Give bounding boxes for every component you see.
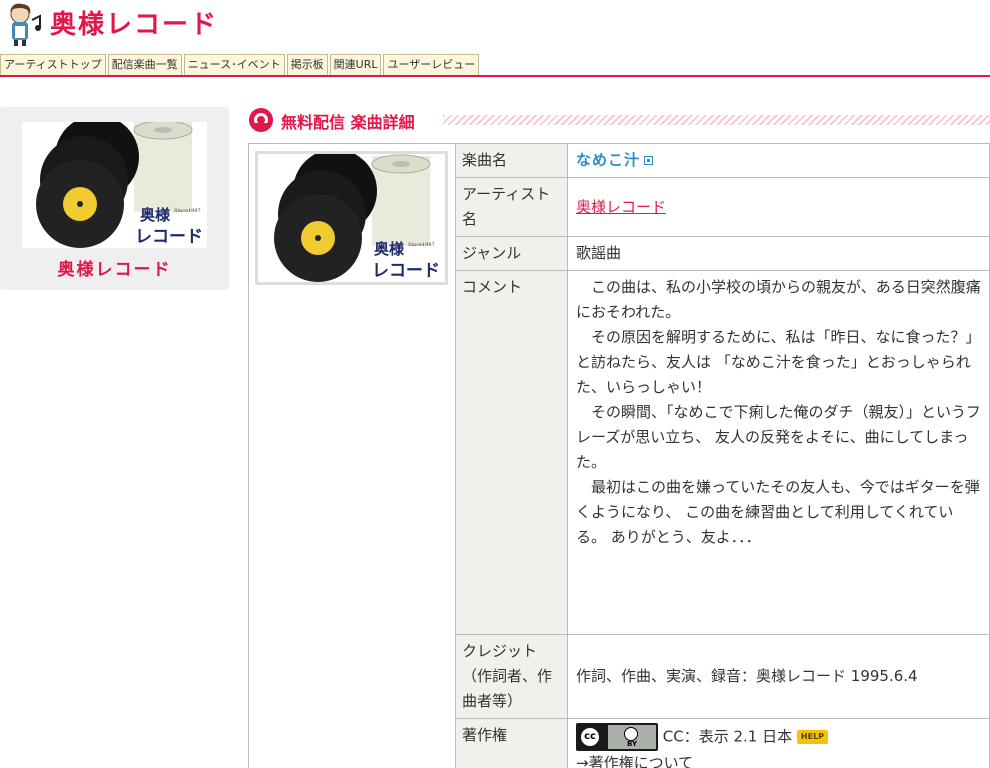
copyright-info-link[interactable]: →著作権について [576, 754, 693, 768]
tab-song-list[interactable]: 配信楽曲一覧 [107, 54, 182, 76]
svg-text:奥様: 奥様 [140, 206, 171, 224]
site-title[interactable]: 奥様レコード [50, 4, 218, 41]
artist-nav-tabs: アーティストトップ 配信楽曲一覧 ニュース･イベント 掲示板 関連URL ユーザ… [0, 54, 481, 76]
sidebar-artist-name[interactable]: 奥様レコード [0, 255, 229, 280]
song-title-link[interactable]: なめこ汁 [576, 151, 640, 169]
tab-artist-top[interactable]: アーティストトップ [0, 54, 106, 76]
song-info-table: 楽曲名 なめこ汁 アーティスト名 奥様レコード ジャンル 歌謡曲 コメント この… [455, 143, 990, 768]
table-row: 楽曲名 なめこ汁 [455, 143, 990, 178]
tab-bbs[interactable]: 掲示板 [286, 54, 328, 76]
credit-label: クレジット（作詞者、作曲者等） [455, 634, 568, 719]
artist-name-label: アーティスト名 [455, 177, 568, 237]
svg-text:レコード: レコード [372, 261, 440, 281]
comment-paragraph: 最初はこの曲を嫌っていたその友人も、今ではギターを弾くようになり、 この曲を練習… [576, 478, 980, 546]
copyright-label: 著作権 [455, 718, 568, 768]
genre-label: ジャンル [455, 236, 568, 271]
svg-text:Since1997: Since1997 [408, 242, 435, 248]
artist-image[interactable]: 奥様 レコード Since1997 [22, 115, 207, 248]
section-heading: 無料配信 楽曲詳細 [248, 107, 990, 133]
site-header: 奥様レコード [0, 0, 990, 50]
help-badge-icon[interactable]: HELP [796, 730, 829, 744]
svg-text:レコード: レコード [135, 227, 203, 247]
record-artwork-icon: 奥様 レコード Since1997 [36, 115, 203, 248]
section-stripe-divider [443, 115, 990, 125]
song-title-label: 楽曲名 [455, 143, 568, 178]
table-row: クレジット（作詞者、作曲者等） 作詞、作曲、実演、録音：奥様レコード 1995.… [455, 634, 990, 719]
nav-divider [0, 75, 990, 77]
mascot-logo-icon[interactable] [2, 2, 44, 46]
license-text: CC：表示 2.1 日本 [662, 727, 793, 746]
tab-news-events[interactable]: ニュース･イベント [183, 54, 285, 76]
comment-paragraph: その原因を解明するために、私は「昨日、なに食った？」と訪ねたら、友人は 「なめこ… [576, 328, 981, 396]
section-title: 無料配信 楽曲詳細 [281, 113, 415, 132]
table-row: ジャンル 歌謡曲 [455, 236, 990, 271]
song-detail-panel: 奥様 レコード Since1997 楽曲名 なめこ汁 アーティスト名 奥様レコー… [248, 143, 990, 768]
artist-name-link[interactable]: 奥様レコード [576, 198, 666, 216]
song-artwork[interactable]: 奥様 レコード Since1997 [255, 151, 448, 285]
table-row: コメント この曲は、私の小学校の頃からの親友が、ある日突然腹痛におそわれた。 そ… [455, 270, 990, 635]
record-artwork-icon: 奥様 レコード Since1997 [274, 154, 440, 282]
comment-text: この曲は、私の小学校の頃からの親友が、ある日突然腹痛におそわれた。 その原因を解… [567, 270, 990, 635]
comment-paragraph: その瞬間、「なめこで下痢した俺のダチ（親友）」というフレーズが思い立ち、 友人の… [576, 403, 981, 471]
svg-text:Since1997: Since1997 [174, 208, 201, 214]
table-row: 著作権 cc BY CC：表示 2.1 日本 HELP →著作権について [455, 718, 990, 768]
credit-value: 作詞、作曲、実演、録音：奥様レコード 1995.6.4 [567, 634, 990, 719]
comment-label: コメント [455, 270, 568, 635]
table-row: アーティスト名 奥様レコード [455, 177, 990, 237]
artist-sidebar: 奥様 レコード Since1997 奥様レコード [0, 107, 229, 290]
svg-text:奥様: 奥様 [374, 240, 405, 258]
tab-user-review[interactable]: ユーザーレビュー [383, 54, 480, 76]
cc-license-icon[interactable]: cc BY [576, 723, 658, 751]
record-circle-icon [249, 108, 273, 132]
tab-related-url[interactable]: 関連URL [329, 54, 382, 76]
comment-paragraph: この曲は、私の小学校の頃からの親友が、ある日突然腹痛におそわれた。 [576, 278, 981, 321]
external-link-icon[interactable] [644, 156, 654, 165]
genre-value: 歌謡曲 [567, 236, 990, 271]
